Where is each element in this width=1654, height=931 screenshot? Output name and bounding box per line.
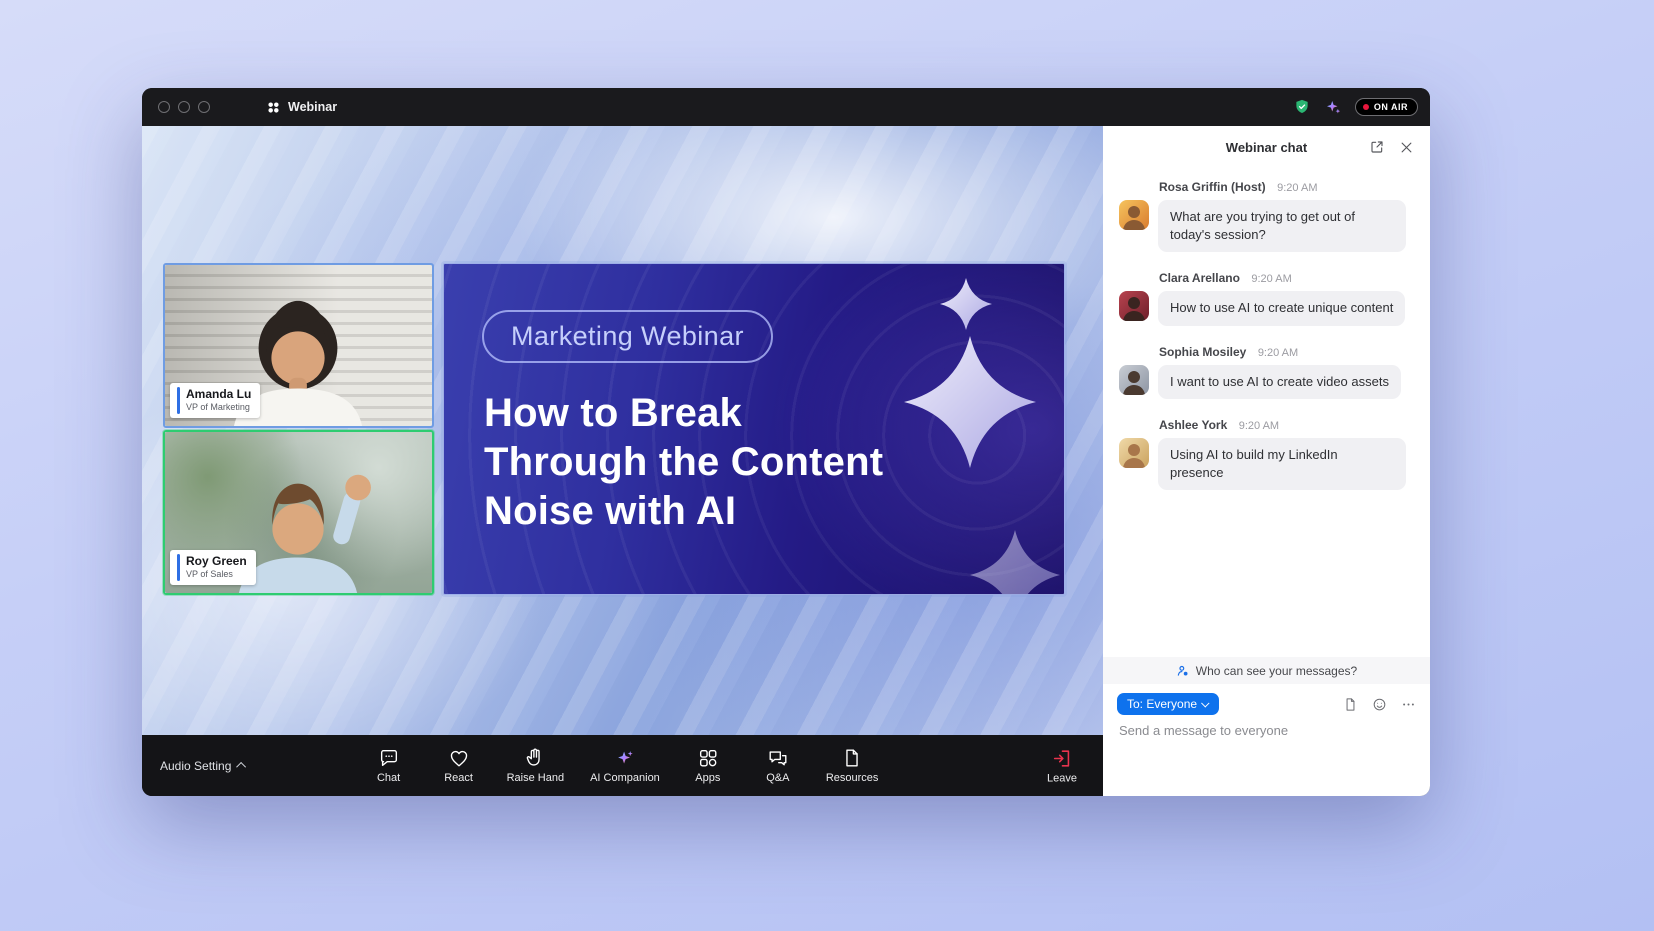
presentation-slide: Marketing Webinar How to Break Through t… [443,263,1065,595]
ai-companion-label: AI Companion [590,772,660,784]
avatar [1119,365,1149,395]
window-controls [158,101,210,113]
ai-companion-sparkle-icon[interactable] [1324,98,1342,116]
message-bubble: How to use AI to create unique content [1158,291,1405,325]
minimize-window-button[interactable] [178,101,190,113]
participant-role: VP of Sales [186,569,247,581]
video-stage: Amanda Lu VP of Marketing [142,126,1103,735]
qa-bubbles-icon [767,747,789,769]
message-author: Rosa Griffin (Host) [1159,180,1266,194]
nameplate-roy: Roy Green VP of Sales [170,550,256,585]
message-bubble: Using AI to build my LinkedIn presence [1158,438,1406,490]
message-time: 9:20 AM [1277,182,1317,194]
avatar [1119,438,1149,468]
attach-file-icon[interactable] [1343,697,1358,712]
react-label: React [444,772,473,784]
video-tile-amanda[interactable]: Amanda Lu VP of Marketing [163,263,434,428]
participant-role: VP of Marketing [186,402,251,414]
avatar [1119,200,1149,230]
heart-icon [448,747,470,769]
close-window-button[interactable] [158,101,170,113]
chat-bubble-icon [378,747,400,769]
chat-message: Ashlee York 9:20 AM Using AI to build my… [1119,416,1414,490]
webinar-window: Webinar ON AIR [142,88,1430,796]
video-tile-roy[interactable]: Roy Green VP of Sales [163,430,434,595]
chat-message-input[interactable] [1103,719,1430,750]
decor-star-faint-icon [970,530,1060,595]
chevron-up-icon [237,762,247,772]
chat-message-list[interactable]: Rosa Griffin (Host) 9:20 AM What are you… [1103,168,1430,657]
qa-label: Q&A [766,772,789,784]
chat-message: Sophia Mosiley 9:20 AM I want to use AI … [1119,343,1414,399]
person-privacy-icon [1176,664,1190,678]
security-shield-icon[interactable] [1293,98,1311,116]
chat-bottom-spacer [1103,750,1430,796]
ai-companion-icon [614,747,636,769]
message-author: Clara Arellano [1159,271,1240,285]
chat-message: Clara Arellano 9:20 AM How to use AI to … [1119,269,1414,325]
leave-door-icon [1051,747,1073,769]
chat-message: Rosa Griffin (Host) 9:20 AM What are you… [1119,178,1414,252]
raise-hand-button[interactable]: Raise Hand [507,747,564,784]
message-time: 9:20 AM [1258,347,1298,359]
resources-label: Resources [826,772,879,784]
message-author: Ashlee York [1159,418,1227,432]
nameplate-accent-bar [177,387,180,414]
leave-button[interactable]: Leave [1047,747,1077,784]
decor-star-large-icon [904,336,1036,468]
slide-title: How to Break Through the Content Noise w… [484,389,883,535]
message-time: 9:20 AM [1251,273,1291,285]
nameplate-accent-bar [177,554,180,581]
resources-button[interactable]: Resources [826,747,879,784]
webinar-icon [266,100,281,115]
message-bubble: What are you trying to get out of today'… [1158,200,1406,252]
zoom-window-button[interactable] [198,101,210,113]
more-options-icon[interactable] [1401,697,1416,712]
meeting-toolbar: Audio Setting Chat React [142,735,1103,796]
emoji-icon[interactable] [1372,697,1387,712]
nameplate-amanda: Amanda Lu VP of Marketing [170,383,260,418]
close-icon[interactable] [1399,140,1414,155]
who-can-see-banner: Who can see your messages? [1103,657,1430,684]
decor-star-small-icon [940,278,992,330]
resources-document-icon [841,747,863,769]
on-air-label: ON AIR [1374,102,1408,112]
who-can-see-label: Who can see your messages? [1196,664,1357,678]
slide-badge: Marketing Webinar [482,310,773,363]
app-title: Webinar [266,100,337,115]
chat-header: Webinar chat [1103,126,1430,168]
leave-label: Leave [1047,772,1077,784]
apps-label: Apps [695,772,720,784]
compose-controls: To: Everyone [1103,684,1430,719]
message-time: 9:20 AM [1239,420,1279,432]
chat-label: Chat [377,772,400,784]
window-titlebar: Webinar ON AIR [142,88,1430,126]
popout-icon[interactable] [1369,139,1385,155]
window-title: Webinar [288,100,337,114]
on-air-dot-icon [1363,104,1369,110]
webinar-chat-panel: Webinar chat Rosa Griffin (Host) 9:20 A [1103,126,1430,796]
audio-setting-label: Audio Setting [160,759,231,773]
avatar [1119,291,1149,321]
message-author: Sophia Mosiley [1159,345,1246,359]
on-air-badge: ON AIR [1355,98,1418,116]
chat-button[interactable]: Chat [367,747,411,784]
chat-title: Webinar chat [1226,140,1307,155]
raise-hand-label: Raise Hand [507,772,564,784]
participant-name: Amanda Lu [186,387,251,402]
to-everyone-selector[interactable]: To: Everyone [1117,693,1219,715]
raise-hand-icon [524,747,546,769]
qa-button[interactable]: Q&A [756,747,800,784]
ai-companion-button[interactable]: AI Companion [590,747,660,784]
apps-grid-icon [697,747,719,769]
to-everyone-label: To: Everyone [1127,697,1197,711]
react-button[interactable]: React [437,747,481,784]
audio-setting-button[interactable]: Audio Setting [160,759,246,773]
chevron-down-icon [1201,699,1209,707]
message-bubble: I want to use AI to create video assets [1158,365,1401,399]
apps-button[interactable]: Apps [686,747,730,784]
participant-name: Roy Green [186,554,247,569]
